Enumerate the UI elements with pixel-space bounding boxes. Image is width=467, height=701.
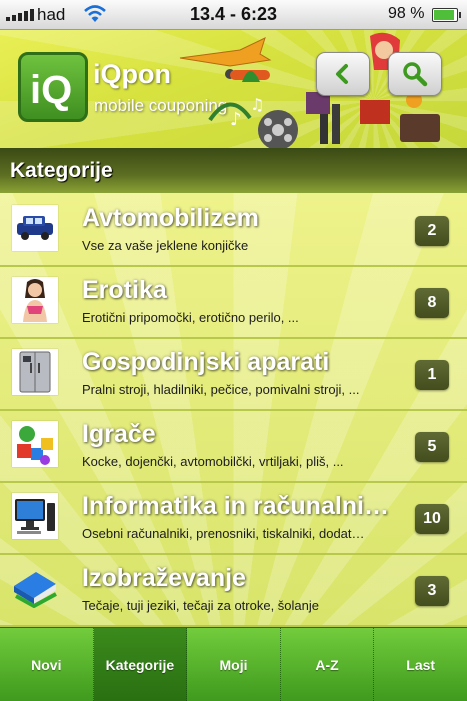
category-description: Kocke, dojenčki, avtomobilčki, vrtiljaki…: [82, 454, 344, 469]
list-item-erotika[interactable]: Erotika Erotični pripomočki, erotično pe…: [0, 265, 467, 339]
tab-a-z[interactable]: A-Z: [281, 628, 375, 701]
list-item-igrace[interactable]: Igrače Kocke, dojenčki, avtomobilčki, vr…: [0, 409, 467, 483]
toys-icon: [12, 421, 58, 467]
books-icon: [12, 565, 58, 611]
category-title: Gospodinjski aparati: [82, 348, 330, 376]
category-title: Informatika in računalni…: [82, 492, 390, 520]
tab-moji[interactable]: Moji: [187, 628, 281, 701]
magnifier-icon: [403, 62, 428, 87]
category-title: Avtomobilizem: [82, 204, 259, 232]
app-title: iQpon: [93, 59, 171, 89]
list-item-izobrazevanje[interactable]: Izobraževanje Tečaje, tuji jeziki, tečaj…: [0, 553, 467, 627]
battery-icon: [432, 8, 461, 22]
coupon-count-badge: 1: [415, 360, 449, 390]
category-title: Izobraževanje: [82, 564, 246, 592]
woman-icon: [12, 277, 58, 323]
coupon-count-badge: 10: [415, 504, 449, 534]
status-bar: had 13.4 - 6:23 98 %: [0, 0, 467, 30]
tab-last[interactable]: Last: [374, 628, 467, 701]
list-item-avtomobilizem[interactable]: Avtomobilizem Vse za vaše jeklene konjič…: [0, 193, 467, 267]
category-title: Erotika: [82, 276, 167, 304]
category-title: Igrače: [82, 420, 156, 448]
svg-text:iQ: iQ: [30, 68, 72, 112]
category-description: Erotični pripomočki, erotično perilo, ..…: [82, 310, 299, 325]
computer-icon: [12, 493, 58, 539]
coupon-count-badge: 5: [415, 432, 449, 462]
fridge-icon: [12, 349, 58, 395]
car-icon: [12, 205, 58, 251]
section-title: Kategorije: [10, 159, 113, 182]
coupon-count-badge: 8: [415, 288, 449, 318]
list-item-informatika[interactable]: Informatika in računalni… Osebni računal…: [0, 481, 467, 555]
iqpon-logo: iQ: [18, 52, 88, 122]
category-list[interactable]: Avtomobilizem Vse za vaše jeklene konjič…: [0, 193, 467, 627]
category-description: Pralni stroji, hladilniki, pečice, pomiv…: [82, 382, 360, 397]
category-description: Tečaje, tuji jeziki, tečaji za otroke, š…: [82, 598, 320, 613]
chevron-left-icon: [336, 64, 348, 84]
back-button[interactable]: [316, 52, 370, 96]
tab-novi[interactable]: Novi: [0, 628, 94, 701]
list-item-gospodinjski-aparati[interactable]: Gospodinjski aparati Pralni stroji, hlad…: [0, 337, 467, 411]
category-description: Osebni računalniki, prenosniki, tiskalni…: [82, 526, 365, 541]
battery-percent: 98 %: [388, 5, 425, 22]
header-banner: iQ iQpon mobile couponing ♪ ♫: [0, 30, 467, 148]
svg-text:♫: ♫: [250, 95, 264, 114]
svg-text:♪: ♪: [230, 109, 242, 130]
coupon-count-badge: 3: [415, 576, 449, 606]
logo-icon: iQ: [30, 68, 72, 112]
tab-bar: Novi Kategorije Moji A-Z Last: [0, 627, 467, 701]
section-header: Kategorije: [0, 148, 467, 193]
search-button[interactable]: [388, 52, 442, 96]
tab-kategorije[interactable]: Kategorije: [93, 628, 188, 701]
category-description: Vse za vaše jeklene konjičke: [82, 238, 249, 253]
coupon-count-badge: 2: [415, 216, 449, 246]
